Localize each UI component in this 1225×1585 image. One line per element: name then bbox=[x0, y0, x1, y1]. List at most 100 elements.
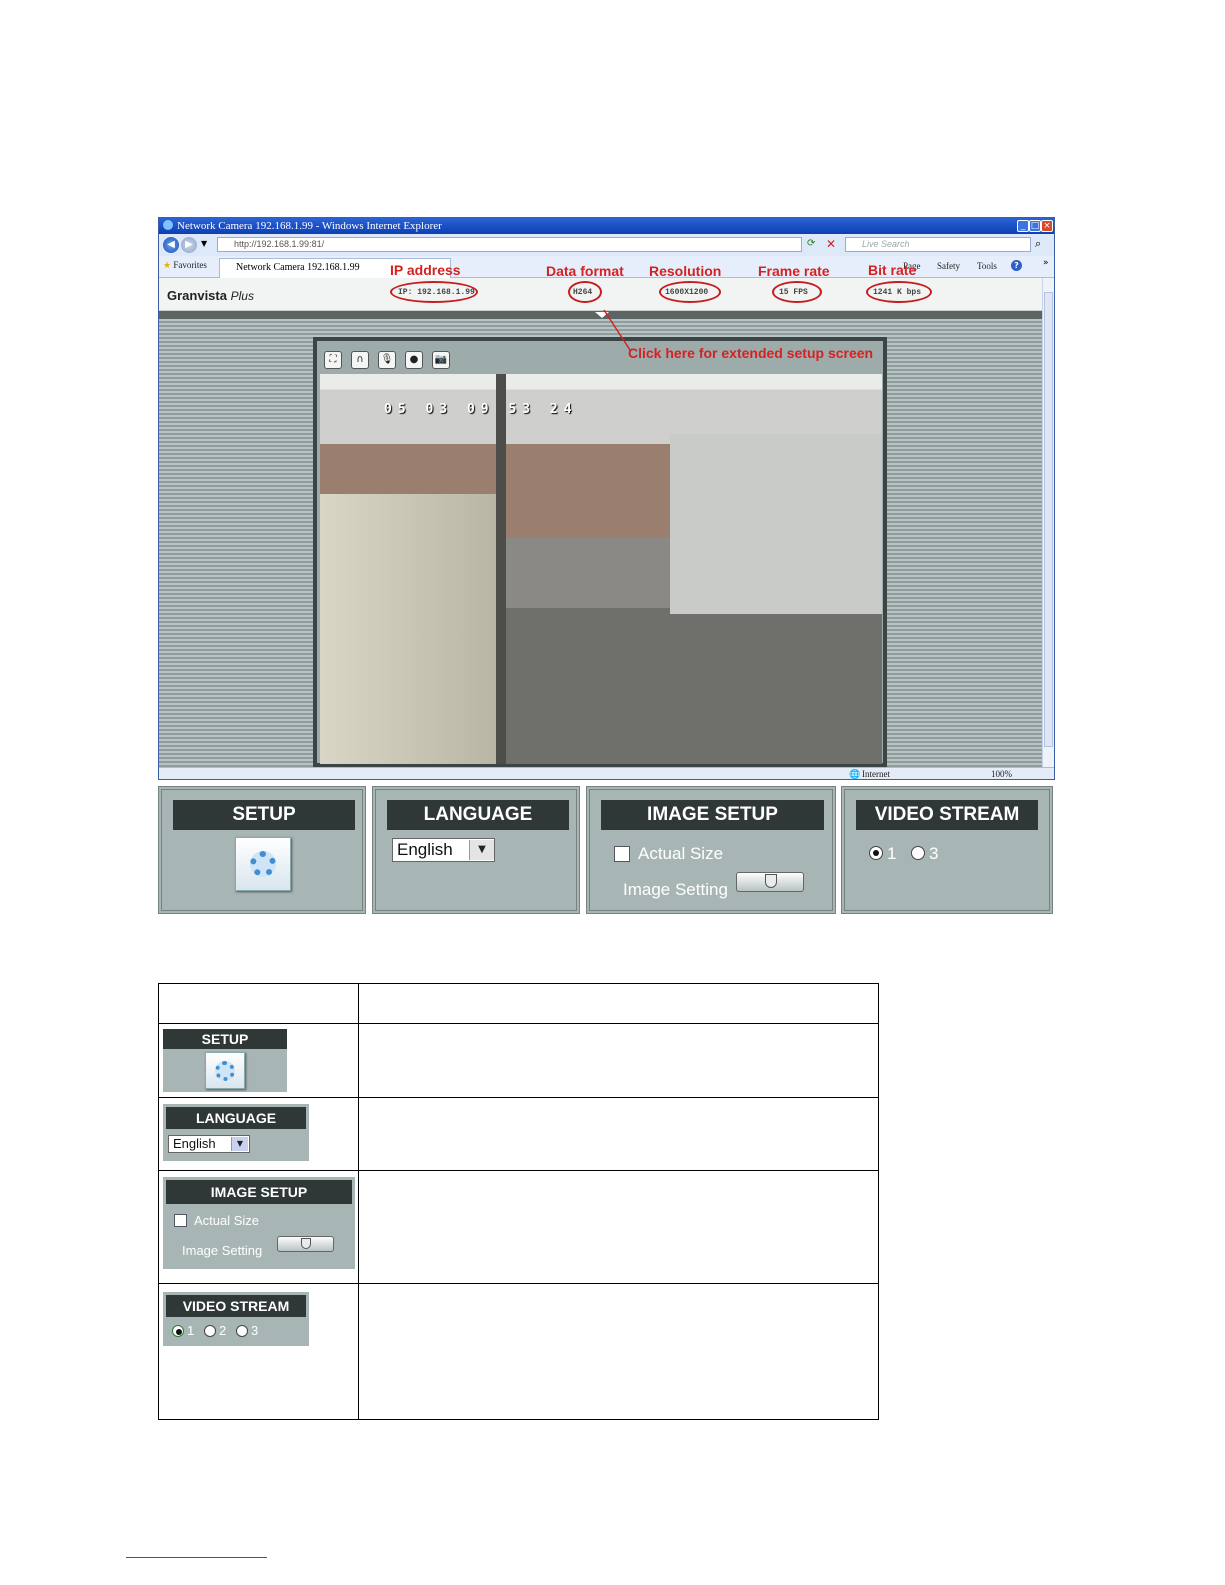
table-setup-thumbnail: SETUP bbox=[163, 1029, 287, 1092]
annotation-bit-rate: Bit rate bbox=[868, 262, 917, 278]
favorites-button[interactable]: ★ Favorites bbox=[163, 260, 207, 271]
history-dropdown-icon[interactable]: ▼ bbox=[201, 239, 207, 248]
refresh-icon[interactable]: ⟳ bbox=[807, 238, 815, 249]
table-row-divider bbox=[159, 1023, 878, 1024]
annotation-format: Data format bbox=[546, 263, 624, 279]
forward-icon[interactable]: ▶ bbox=[181, 237, 197, 253]
table-language-value: English bbox=[173, 1136, 216, 1151]
table-stream-3-radio bbox=[236, 1325, 248, 1337]
table-row-divider bbox=[159, 1097, 878, 1098]
actual-size-label: Actual Size bbox=[638, 844, 724, 863]
language-panel: LANGUAGE English ▼ bbox=[372, 786, 580, 914]
format-highlight-ring bbox=[568, 281, 602, 303]
table-column-divider bbox=[358, 984, 359, 1419]
table-actual-size-checkbox bbox=[174, 1214, 187, 1227]
stream-3-radio[interactable] bbox=[911, 846, 925, 860]
favorites-star-icon: ★ bbox=[163, 260, 172, 270]
window-title: Network Camera 192.168.1.99 - Windows In… bbox=[177, 220, 442, 232]
table-image-setup-title: IMAGE SETUP bbox=[166, 1180, 352, 1204]
command-tools[interactable]: Tools bbox=[977, 261, 997, 271]
annotation-setup-hint: Click here for extended setup screen bbox=[628, 345, 874, 361]
chevron-down-icon: ▼ bbox=[231, 1137, 248, 1151]
setup-button[interactable] bbox=[235, 837, 291, 891]
table-stream-2-label: 2 bbox=[219, 1323, 227, 1338]
language-select[interactable]: English ▼ bbox=[392, 838, 495, 862]
search-icon[interactable]: ⌕ bbox=[1035, 237, 1041, 251]
table-stream-1-radio bbox=[172, 1325, 184, 1337]
minimize-icon[interactable]: _ bbox=[1017, 220, 1029, 232]
stop-icon[interactable]: ✕ bbox=[826, 237, 836, 251]
stream-3-label: 3 bbox=[929, 844, 939, 863]
table-video-stream-thumbnail: VIDEO STREAM 1 2 3 bbox=[163, 1292, 309, 1346]
video-pole bbox=[496, 374, 506, 764]
annotation-resolution: Resolution bbox=[649, 263, 722, 279]
internet-zone-icon: 🌐 bbox=[849, 769, 861, 779]
table-stream-3-label: 3 bbox=[251, 1323, 259, 1338]
table-language-select: English ▼ bbox=[168, 1135, 250, 1153]
stream-1-label: 1 bbox=[887, 844, 897, 863]
table-image-setting-label: Image Setting bbox=[182, 1243, 263, 1258]
internet-zone-label: Internet bbox=[862, 769, 890, 779]
frame-rate-highlight-ring bbox=[772, 281, 822, 303]
setup-panel-title: SETUP bbox=[173, 800, 355, 830]
table-image-setting-slider bbox=[277, 1236, 334, 1252]
scrollbar-thumb[interactable] bbox=[1044, 292, 1053, 747]
chevron-down-icon[interactable]: ▼ bbox=[469, 840, 494, 860]
image-setting-slider[interactable] bbox=[736, 872, 804, 892]
setup-panel: SETUP bbox=[158, 786, 366, 914]
video-stream-panel-title: VIDEO STREAM bbox=[856, 800, 1038, 830]
language-select-value: English bbox=[397, 840, 453, 859]
video-timestamp: 05 03 09 53 24 bbox=[384, 402, 578, 417]
actual-size-checkbox[interactable] bbox=[614, 846, 630, 862]
slider-knob bbox=[301, 1238, 311, 1249]
table-stream-1-label: 1 bbox=[187, 1323, 195, 1338]
window-titlebar: Network Camera 192.168.1.99 - Windows In… bbox=[159, 218, 1054, 234]
video-stream-panel: VIDEO STREAM 1 3 bbox=[841, 786, 1053, 914]
ie-logo-icon bbox=[163, 220, 173, 230]
snapshot-icon[interactable]: 📷 bbox=[432, 351, 450, 369]
slider-knob[interactable] bbox=[765, 874, 777, 888]
headphone-icon[interactable]: ∩ bbox=[351, 351, 369, 369]
live-video: 05 03 09 53 24 bbox=[320, 374, 882, 764]
vertical-scrollbar[interactable] bbox=[1042, 278, 1054, 767]
resolution-highlight-ring bbox=[659, 281, 721, 303]
stream-1-radio[interactable] bbox=[869, 846, 883, 860]
video-ac-unit bbox=[320, 494, 500, 764]
close-icon[interactable]: × bbox=[1041, 220, 1053, 232]
zoom-level[interactable]: 100% bbox=[991, 769, 1012, 779]
brand-logo: Granvista Plus bbox=[167, 288, 254, 303]
description-table: SETUP LANGUAGE English ▼ IMAGE SETUP Act… bbox=[158, 983, 879, 1420]
back-icon[interactable]: ◀ bbox=[163, 237, 179, 253]
annotation-ip: IP address bbox=[390, 262, 461, 278]
table-setup-button bbox=[205, 1052, 245, 1089]
image-setting-label: Image Setting bbox=[623, 880, 728, 899]
gear-icon bbox=[215, 1061, 235, 1081]
gear-icon bbox=[250, 851, 276, 877]
command-safety[interactable]: Safety bbox=[937, 261, 960, 271]
microphone-icon[interactable]: 🎙 bbox=[378, 351, 396, 369]
image-setup-panel-title: IMAGE SETUP bbox=[601, 800, 824, 830]
ip-highlight-ring bbox=[390, 281, 478, 303]
fullscreen-icon[interactable]: ⛶ bbox=[324, 351, 342, 369]
search-input[interactable]: Live Search bbox=[845, 237, 1031, 252]
bit-rate-highlight-ring bbox=[866, 281, 932, 303]
table-language-thumbnail: LANGUAGE English ▼ bbox=[163, 1104, 309, 1161]
url-input[interactable]: http://192.168.1.99:81/ bbox=[217, 237, 802, 252]
record-icon[interactable]: ● bbox=[405, 351, 423, 369]
table-actual-size-label: Actual Size bbox=[194, 1213, 260, 1228]
image-setup-panel: IMAGE SETUP Actual Size Image Setting bbox=[586, 786, 836, 914]
chevron-icon[interactable]: » bbox=[1043, 258, 1049, 268]
table-row-divider bbox=[159, 1170, 878, 1171]
address-bar: ◀ ▶ ▼ http://192.168.1.99:81/ ⟳ ✕ Live S… bbox=[159, 234, 1054, 256]
table-stream-2-radio bbox=[204, 1325, 216, 1337]
language-panel-title: LANGUAGE bbox=[387, 800, 569, 830]
status-bar: 🌐 Internet 100% bbox=[159, 767, 1054, 779]
table-language-title: LANGUAGE bbox=[166, 1107, 306, 1129]
help-icon[interactable]: ? bbox=[1011, 260, 1022, 271]
camera-page-header: Granvista Plus IP: 192.168.1.99 H264 160… bbox=[159, 278, 1042, 311]
table-setup-title: SETUP bbox=[163, 1029, 287, 1049]
browser-window: Network Camera 192.168.1.99 - Windows In… bbox=[158, 217, 1055, 780]
table-video-stream-title: VIDEO STREAM bbox=[166, 1295, 306, 1317]
video-building bbox=[670, 434, 882, 614]
maximize-icon[interactable]: □ bbox=[1029, 220, 1041, 232]
